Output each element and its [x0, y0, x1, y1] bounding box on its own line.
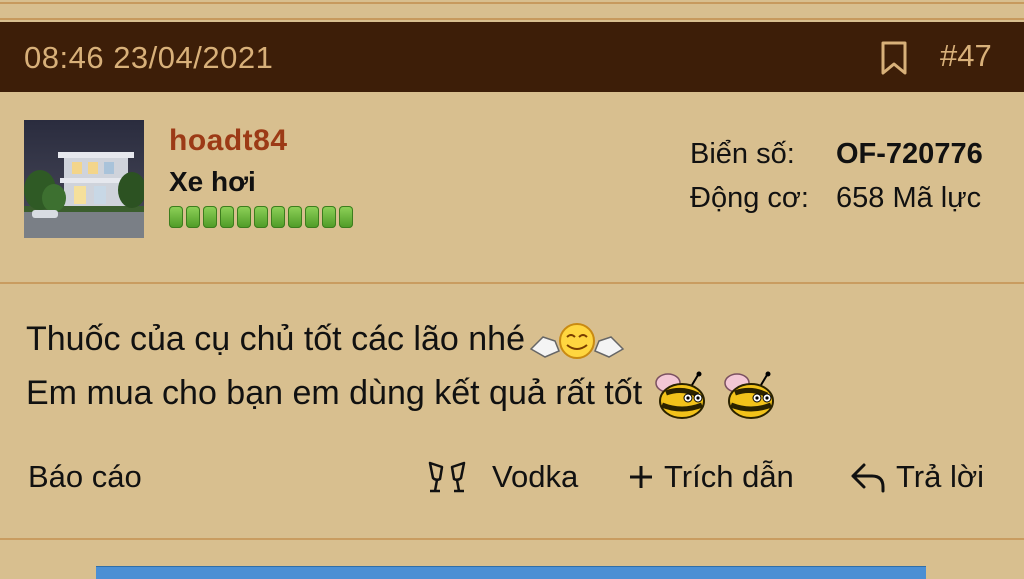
- clapping-smiley-icon: [529, 323, 625, 360]
- ad-banner[interactable]: [96, 566, 926, 579]
- top-border: [0, 0, 1024, 22]
- post-header: 08:46 23/04/2021 #47: [0, 22, 1024, 92]
- quote-label: Trích dẫn: [664, 459, 794, 494]
- divider: [0, 538, 1024, 540]
- message-line-1: Thuốc của cụ chủ tốt các lão nhé: [26, 312, 1006, 366]
- username[interactable]: hoadt84: [169, 124, 288, 158]
- reputation-pip: [169, 206, 183, 228]
- user-info-values: OF-720776 658 Mã lực: [836, 132, 983, 220]
- avatar[interactable]: [24, 120, 144, 238]
- reputation-pip: [271, 206, 285, 228]
- plate-label: Biển số:: [690, 138, 795, 170]
- vodka-button[interactable]: Vodka: [426, 459, 578, 495]
- engine-value: 658 Mã lực: [836, 182, 982, 214]
- bookmark-icon[interactable]: [878, 40, 910, 76]
- post-actions: Báo cáo Vodka Trích dẫn Trả lời: [0, 455, 1024, 505]
- reputation-pip: [237, 206, 251, 228]
- bee-icon: [724, 371, 775, 420]
- reputation-pip: [339, 206, 353, 228]
- reply-arrow-icon: [851, 463, 885, 493]
- bee-icon: [654, 371, 705, 420]
- reputation-pip: [220, 206, 234, 228]
- reputation-pip: [186, 206, 200, 228]
- message-line-2: Em mua cho bạn em dùng kết quả rất tốt: [26, 366, 1006, 421]
- reputation-pip: [288, 206, 302, 228]
- post-message: Thuốc của cụ chủ tốt các lão nhé Em mua …: [26, 312, 1006, 421]
- plus-icon: [630, 466, 652, 488]
- user-title: Xe hơi: [169, 166, 256, 197]
- post-timestamp[interactable]: 08:46 23/04/2021: [24, 40, 273, 76]
- reputation-pip: [322, 206, 336, 228]
- divider: [0, 282, 1024, 284]
- reputation-pip: [203, 206, 217, 228]
- engine-label: Động cơ:: [690, 182, 809, 214]
- post-number[interactable]: #47: [940, 38, 992, 74]
- reputation-bar: [169, 206, 353, 228]
- cheers-glasses-icon: [428, 461, 466, 493]
- reply-label: Trả lời: [896, 459, 985, 494]
- user-info: hoadt84 Xe hơi Biển số: Động cơ: OF-7207…: [0, 92, 1024, 282]
- reply-button[interactable]: Trả lời: [850, 459, 984, 495]
- reputation-pip: [254, 206, 268, 228]
- message-text-1: Thuốc của cụ chủ tốt các lão nhé: [26, 320, 525, 358]
- user-info-labels: Biển số: Động cơ:: [690, 132, 809, 220]
- report-link[interactable]: Báo cáo: [28, 459, 142, 495]
- vodka-label: Vodka: [492, 459, 579, 494]
- plate-value: OF-720776: [836, 138, 983, 170]
- quote-button[interactable]: Trích dẫn: [628, 459, 794, 495]
- message-text-2: Em mua cho bạn em dùng kết quả rất tốt: [26, 374, 643, 412]
- reputation-pip: [305, 206, 319, 228]
